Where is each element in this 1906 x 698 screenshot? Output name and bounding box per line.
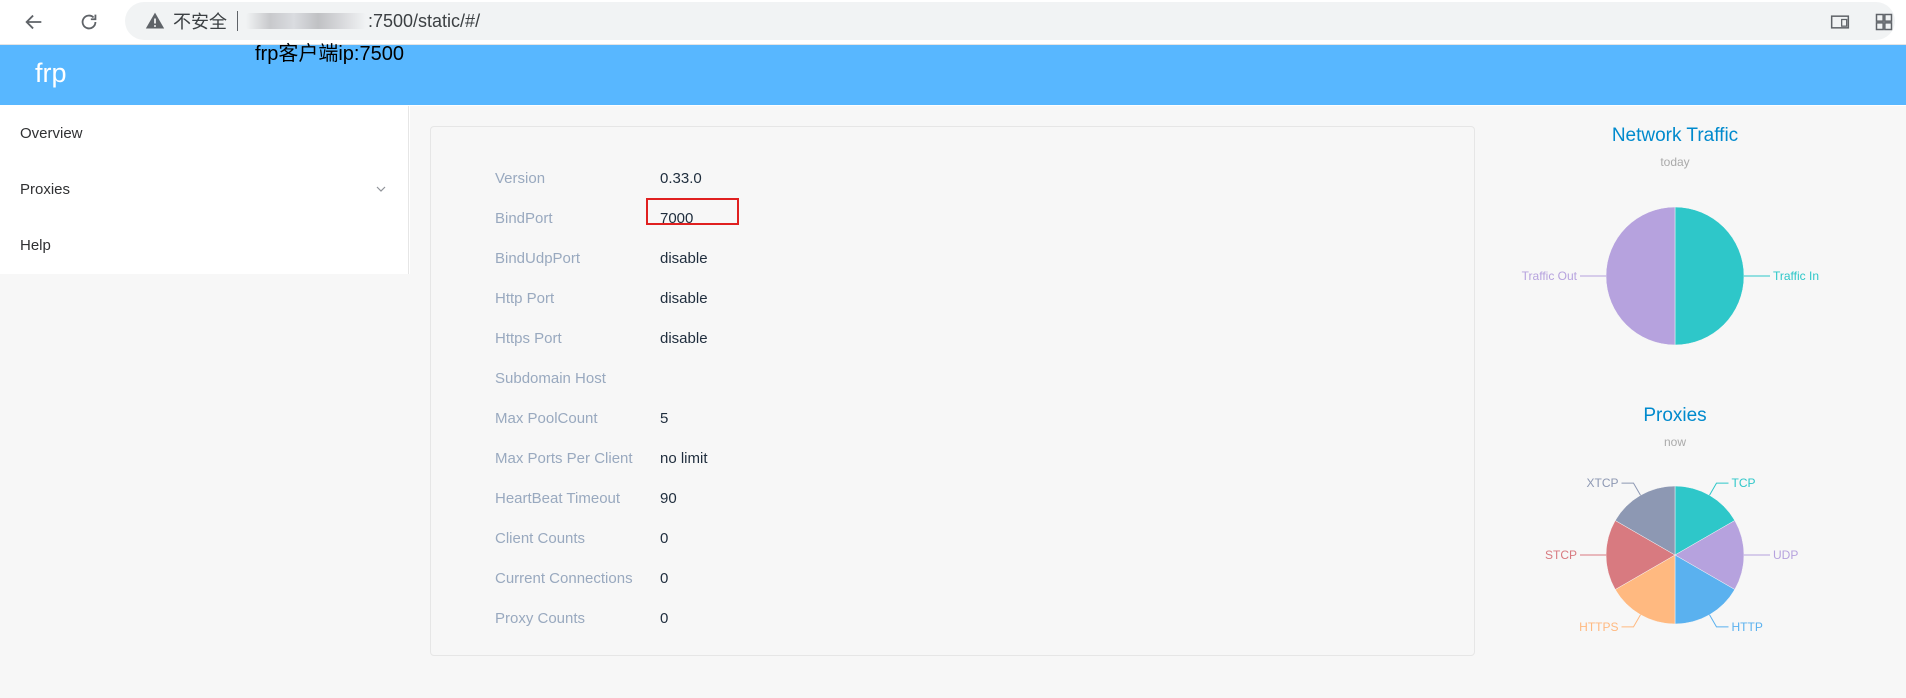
- pie-slice-traffic-in[interactable]: [1674, 206, 1745, 346]
- pie-slice-traffic-out[interactable]: [1605, 206, 1676, 346]
- info-row-client-counts: Client Counts 0: [495, 520, 995, 560]
- sidebar-item-proxies[interactable]: Proxies: [0, 162, 408, 218]
- security-status[interactable]: 不安全: [173, 8, 227, 34]
- info-row-bindport: BindPort 7000: [495, 200, 995, 240]
- pie-label-line: [1709, 482, 1729, 496]
- server-info-panel: Version 0.33.0 BindPort 7000 BindUdpPort…: [430, 126, 1475, 656]
- pie-slice-label: HTTPS: [1579, 620, 1618, 634]
- info-label: BindPort: [495, 210, 553, 227]
- info-label: Proxy Counts: [495, 610, 586, 627]
- chart-subtitle: today: [1660, 155, 1690, 169]
- redacted-host: [246, 13, 366, 29]
- pie-slice-label: Traffic In: [1773, 269, 1819, 283]
- apps-icon[interactable]: [1874, 12, 1894, 32]
- chart-subtitle: now: [1663, 435, 1686, 449]
- pie-slice-label: XTCP: [1586, 476, 1618, 490]
- sidebar-item-overview[interactable]: Overview: [0, 106, 408, 162]
- info-label: Max PoolCount: [495, 410, 598, 427]
- pie-label-line: [1621, 482, 1641, 496]
- info-value: no limit: [660, 450, 708, 467]
- info-value: disable: [660, 250, 708, 267]
- chart-title: Network Traffic: [1611, 125, 1739, 146]
- chevron-down-icon: [376, 186, 386, 192]
- info-label: Current Connections: [495, 570, 633, 587]
- reload-button[interactable]: [73, 6, 105, 38]
- back-button[interactable]: [18, 6, 50, 38]
- network-traffic-pie-chart: Traffic In Traffic Out: [1522, 206, 1819, 346]
- sidebar-item-help[interactable]: Help: [0, 218, 408, 274]
- sidebar: Overview Proxies Help: [0, 106, 409, 274]
- info-row-http-port: Http Port disable: [495, 280, 995, 320]
- info-value: 0: [660, 530, 669, 547]
- chart-title: Proxies: [1643, 405, 1707, 426]
- cast-icon[interactable]: [1830, 12, 1850, 32]
- pie-slice-label: UDP: [1773, 548, 1798, 562]
- warning-icon: [145, 12, 165, 29]
- highlight-annotation: [646, 198, 739, 225]
- annotation-caption: frp客户端ip:7500: [255, 43, 404, 65]
- info-value: 0.33.0: [660, 170, 702, 187]
- info-value: 90: [660, 490, 677, 507]
- url-text[interactable]: :7500/static/#/: [368, 11, 480, 32]
- info-row-max-ports-per-client: Max Ports Per Client no limit: [495, 440, 995, 480]
- pie-label-line: [1709, 614, 1729, 628]
- address-bar[interactable]: 不安全 :7500/static/#/: [125, 2, 1895, 40]
- sidebar-item-label: Help: [20, 237, 51, 254]
- info-label: Http Port: [495, 290, 555, 307]
- sidebar-item-label: Proxies: [20, 181, 71, 198]
- info-label: Client Counts: [495, 530, 586, 547]
- pie-label-line: [1621, 614, 1641, 628]
- info-label: Subdomain Host: [495, 370, 606, 387]
- info-label: BindUdpPort: [495, 250, 581, 267]
- info-label: Max Ports Per Client: [495, 450, 633, 467]
- proxies-pie-chart: TCP UDP HTTP HTTPS STCP XTCP: [1545, 476, 1798, 634]
- info-value: disable: [660, 290, 708, 307]
- info-row-subdomain-host: Subdomain Host: [495, 360, 995, 400]
- pie-slice-label: HTTP: [1732, 620, 1763, 634]
- pie-slice-label: Traffic Out: [1522, 269, 1578, 283]
- info-value: disable: [660, 330, 708, 347]
- info-value: 5: [660, 410, 669, 427]
- url-separator: [237, 11, 238, 31]
- pie-slice-label: STCP: [1545, 548, 1577, 562]
- sidebar-empty-area: [0, 274, 410, 698]
- info-value: 0: [660, 570, 669, 587]
- info-row-max-poolcount: Max PoolCount 5: [495, 400, 995, 440]
- pie-slice-label: TCP: [1732, 476, 1756, 490]
- info-row-https-port: Https Port disable: [495, 320, 995, 360]
- reload-icon: [81, 14, 97, 30]
- info-row-heartbeat-timeout: HeartBeat Timeout 90: [495, 480, 995, 520]
- info-row-current-connections: Current Connections 0: [495, 560, 995, 600]
- info-label: HeartBeat Timeout: [495, 490, 621, 507]
- sidebar-item-label: Overview: [20, 125, 83, 142]
- app-logo[interactable]: frp: [35, 58, 67, 89]
- arrow-left-icon: [25, 14, 42, 30]
- info-value: 0: [660, 610, 669, 627]
- info-row-version: Version 0.33.0: [495, 160, 995, 200]
- info-row-bindudpport: BindUdpPort disable: [495, 240, 995, 280]
- info-row-proxy-counts: Proxy Counts 0: [495, 600, 995, 640]
- info-label: Version: [495, 170, 546, 187]
- info-label: Https Port: [495, 330, 562, 347]
